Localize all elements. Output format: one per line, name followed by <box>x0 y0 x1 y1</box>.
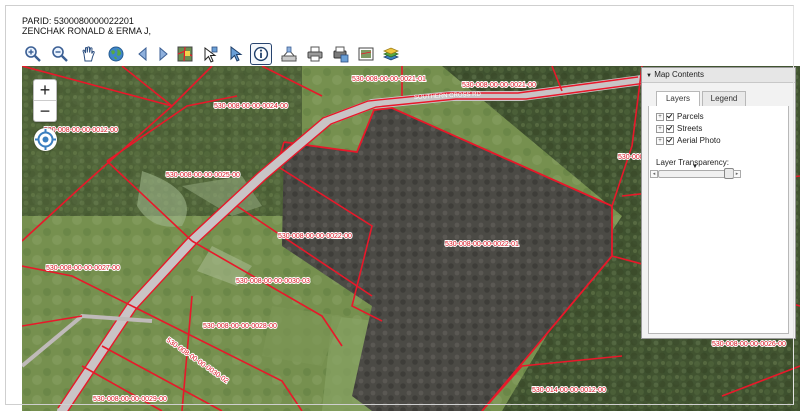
layer-label: Aerial Photo <box>677 136 721 145</box>
zoom-out-tool-icon[interactable] <box>49 43 71 65</box>
identify-info-icon[interactable] <box>250 43 272 65</box>
layers-tab-body: + Parcels + Streets + Aerial Photo Layer… <box>648 106 789 334</box>
parcel-label: 530-008-00-00-0021-00 <box>462 82 536 89</box>
parcel-label: 530-008-00-00-0030-03 <box>236 278 310 285</box>
parcel-label: 530-008-00-00-0029-00 <box>93 396 167 403</box>
locate-button[interactable] <box>34 128 57 151</box>
layer-checkbox-streets[interactable] <box>666 125 674 133</box>
parcel-id-text: PARID: 5300080000022201 <box>22 16 134 26</box>
layer-row-parcels: + Parcels <box>656 112 704 122</box>
zoom-in-button[interactable]: + <box>34 80 56 100</box>
parcel-label: 530-008-00-00-0024-00 <box>214 103 288 110</box>
layer-checkbox-parcels[interactable] <box>666 113 674 121</box>
map-toolbar <box>22 42 800 66</box>
export-map-icon[interactable] <box>355 43 377 65</box>
next-extent-arrow-icon[interactable] <box>152 43 174 65</box>
slider-left-arrow-icon[interactable]: ◂ <box>650 170 658 178</box>
expand-icon[interactable]: + <box>656 137 664 145</box>
parcel-label: 530-008-00-00-0025-00 <box>166 172 240 179</box>
layer-label: Parcels <box>677 112 704 121</box>
pan-hand-icon[interactable] <box>78 43 100 65</box>
print-icon[interactable] <box>304 43 326 65</box>
layer-checkbox-aerial-photo[interactable] <box>666 137 674 145</box>
parcel-header: PARID: 5300080000022201 ZENCHAK RONALD &… <box>0 0 800 40</box>
print-export-icon[interactable] <box>329 43 351 65</box>
slider-right-arrow-icon[interactable]: ▸ <box>733 170 741 178</box>
crosshair-icon <box>35 129 56 150</box>
tab-layers[interactable]: Layers <box>656 91 700 107</box>
owner-name-text: ZENCHAK RONALD & ERMA J, <box>22 26 152 36</box>
identify-pointer-icon[interactable] <box>224 43 246 65</box>
full-extent-globe-icon[interactable] <box>105 43 127 65</box>
layer-label: Streets <box>677 124 703 133</box>
parcel-label: 530-008-00-00-0021-01 <box>352 76 426 83</box>
zoom-in-tool-icon[interactable] <box>22 43 44 65</box>
zoom-control: + − <box>33 79 57 122</box>
parcel-label: 530-008-00-00-0022-00 <box>278 233 352 240</box>
buffer-icon[interactable] <box>278 43 300 65</box>
transparency-slider[interactable] <box>658 170 732 178</box>
select-pointer-icon[interactable] <box>199 43 221 65</box>
panel-title: Map Contents <box>654 70 704 79</box>
layer-row-streets: + Streets <box>656 124 702 134</box>
parcel-label: 530-008-00-00-0028-00 <box>203 323 277 330</box>
parcel-label: 530-008-00-00-0022-01 <box>445 241 519 248</box>
parcel-label: 530-008-00-00-0027-00 <box>46 265 120 272</box>
expand-icon[interactable]: + <box>656 113 664 121</box>
collapse-triangle-icon[interactable]: ▼ <box>646 73 652 79</box>
select-parcels-icon[interactable] <box>174 43 196 65</box>
panel-title-bar[interactable]: ▼ Map Contents <box>642 68 795 83</box>
map-contents-panel: ▼ Map Contents Layers Legend + Parcels +… <box>641 67 796 339</box>
parcel-label: 530-014-00-00-0012-00 <box>532 387 606 394</box>
previous-extent-arrow-icon[interactable] <box>132 43 154 65</box>
panel-tabs: Layers Legend <box>648 91 788 107</box>
layer-row-aerial-photo: + Aerial Photo <box>656 136 721 146</box>
tab-legend[interactable]: Legend <box>702 91 746 106</box>
parcel-label: 530-008-00-00-0026-00 <box>712 341 786 348</box>
zoom-out-button[interactable]: − <box>34 100 56 121</box>
expand-icon[interactable]: + <box>656 125 664 133</box>
map-contents-layers-icon[interactable] <box>380 43 402 65</box>
